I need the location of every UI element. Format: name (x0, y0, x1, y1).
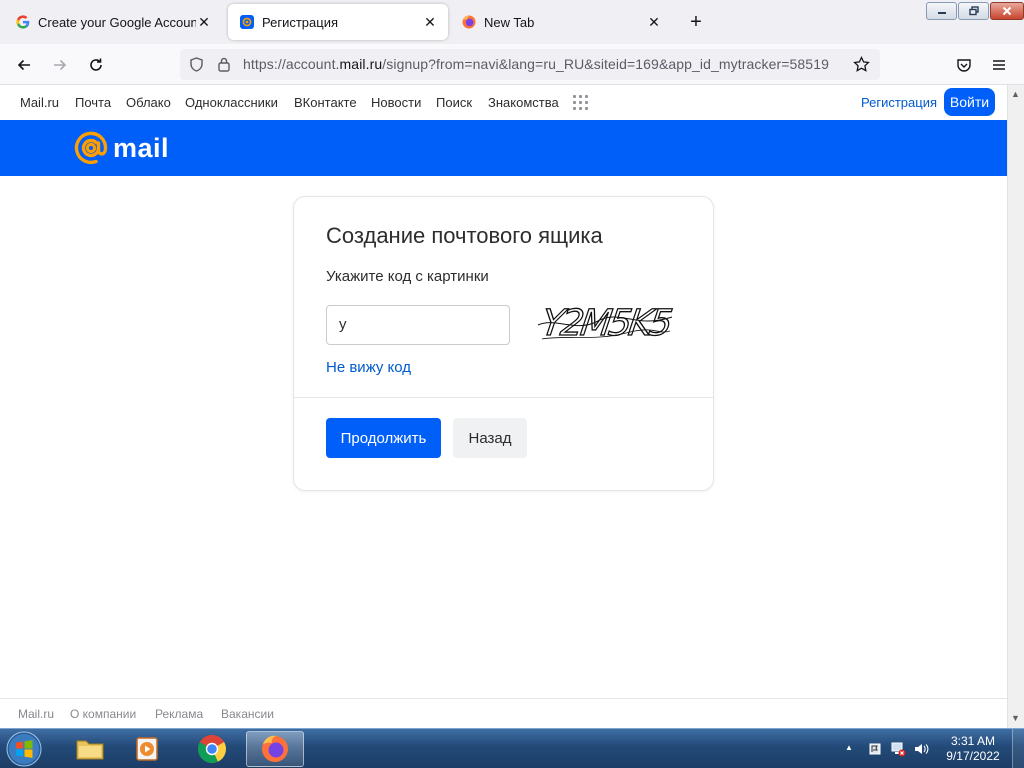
captcha-input[interactable]: у (326, 305, 510, 345)
apps-grid-icon[interactable] (573, 95, 588, 110)
mail-at-icon (240, 15, 254, 29)
media-player-icon (136, 737, 158, 761)
continue-button[interactable]: Продолжить (326, 418, 441, 458)
browser-tab-strip: Create your Google Account ✕ Регистрация… (0, 0, 1024, 44)
arrow-left-icon (17, 59, 30, 71)
page-scrollbar[interactable]: ▲ ▼ (1007, 85, 1024, 728)
reload-button[interactable] (82, 51, 110, 79)
scroll-up-arrow-icon[interactable]: ▲ (1011, 89, 1020, 99)
taskbar-firefox[interactable] (246, 731, 304, 767)
chrome-icon (198, 735, 226, 763)
firefox-icon (262, 735, 288, 762)
firefox-icon (462, 15, 476, 29)
url-path: /signup?from=navi&lang=ru_RU&siteid=169&… (382, 56, 829, 72)
card-divider (294, 397, 713, 398)
tab-new-tab[interactable]: New Tab ✕ (450, 4, 672, 40)
tab-registration[interactable]: Регистрация ✕ (228, 4, 448, 40)
portal-link-znakomstva[interactable]: Знакомства (488, 95, 559, 110)
start-button[interactable] (4, 730, 44, 768)
url-domain: mail.ru (339, 56, 383, 72)
minimize-button[interactable] (926, 2, 957, 20)
reload-icon (90, 58, 102, 71)
portal-link-pochta[interactable]: Почта (75, 95, 111, 110)
hamburger-icon (993, 60, 1005, 70)
show-desktop-button[interactable] (1012, 729, 1024, 768)
page-footer: Mail.ru О компании Реклама Вакансии (0, 698, 1007, 728)
tab-google-account[interactable]: Create your Google Account ✕ (4, 4, 222, 40)
volume-icon[interactable] (913, 741, 929, 757)
address-bar[interactable]: https://account.mail.ru/signup?from=navi… (180, 49, 880, 80)
folder-icon (76, 740, 104, 760)
pocket-button[interactable] (950, 51, 978, 79)
menu-button[interactable] (985, 51, 1013, 79)
logo-text: mail (113, 132, 170, 163)
close-tab-icon[interactable]: ✕ (196, 14, 212, 30)
google-icon (16, 15, 30, 29)
network-icon[interactable] (890, 741, 906, 757)
captcha-label: Укажите код с картинки (326, 268, 489, 285)
restore-button[interactable] (958, 2, 989, 20)
lock-icon[interactable] (217, 56, 231, 75)
minimize-icon (937, 12, 946, 14)
footer-link-mailru[interactable]: Mail.ru (18, 707, 54, 721)
clock-date: 9/17/2022 (946, 749, 1000, 763)
browser-nav-bar: https://account.mail.ru/signup?from=navi… (0, 44, 1024, 85)
close-tab-icon[interactable]: ✕ (646, 14, 662, 30)
portal-link-vkontakte[interactable]: ВКонтакте (294, 95, 357, 110)
taskbar-media-player[interactable] (118, 731, 176, 767)
windows-logo-icon (6, 731, 42, 767)
mail-logo[interactable]: mail (74, 130, 169, 166)
footer-link-jobs[interactable]: Вакансии (221, 707, 274, 721)
tracking-shield-icon[interactable] (189, 57, 204, 75)
footer-link-ads[interactable]: Реклама (155, 707, 203, 721)
clock-time: 3:31 AM (950, 734, 996, 748)
back-button[interactable] (10, 51, 38, 79)
portal-link-mailru[interactable]: Mail.ru (20, 95, 59, 110)
arrow-right-icon (54, 59, 67, 71)
cant-see-code-link[interactable]: Не вижу код (326, 359, 411, 376)
taskbar-chrome[interactable] (183, 731, 241, 767)
bookmark-star-icon[interactable] (853, 55, 870, 76)
action-center-flag-icon[interactable] (867, 741, 883, 757)
site-header: mail (0, 120, 1007, 176)
windows-taskbar: ▲ 3:31 AM 9/17/2022 (0, 728, 1024, 768)
taskbar-explorer[interactable] (61, 731, 119, 767)
scroll-down-arrow-icon[interactable]: ▼ (1011, 713, 1020, 723)
tray-expand-icon[interactable]: ▲ (845, 743, 853, 752)
captcha-card: Создание почтового ящика Укажите код с к… (293, 196, 714, 491)
back-button-form[interactable]: Назад (453, 418, 527, 458)
system-clock[interactable]: 3:31 AM 9/17/2022 (940, 734, 1006, 764)
at-sign-logo-icon (74, 131, 108, 165)
portal-link-poisk[interactable]: Поиск (436, 95, 472, 110)
close-icon (1002, 6, 1012, 16)
register-link[interactable]: Регистрация (861, 95, 937, 110)
pocket-icon (957, 59, 971, 72)
login-button[interactable]: Войти (944, 88, 995, 116)
portal-link-oblako[interactable]: Облако (126, 95, 171, 110)
forward-button[interactable] (46, 51, 74, 79)
portal-nav-bar: Mail.ru Почта Облако Одноклассники ВКонт… (0, 85, 1007, 120)
restore-icon (968, 6, 979, 16)
tab-title: Create your Google Account (38, 14, 196, 30)
tab-title: New Tab (484, 14, 535, 30)
tab-title: Регистрация (262, 14, 338, 30)
close-tab-icon[interactable]: ✕ (422, 14, 438, 30)
url-prefix: https://account. (243, 56, 340, 72)
page-title: Создание почтового ящика (326, 223, 603, 248)
portal-link-novosti[interactable]: Новости (371, 95, 421, 110)
close-window-button[interactable] (990, 2, 1024, 20)
url-text[interactable]: https://account.mail.ru/signup?from=navi… (243, 56, 829, 72)
captcha-image: Y2M5K5 (537, 301, 674, 345)
footer-link-about[interactable]: О компании (70, 707, 136, 721)
portal-link-odnoklassniki[interactable]: Одноклассники (185, 95, 278, 110)
new-tab-button[interactable]: + (684, 10, 708, 34)
